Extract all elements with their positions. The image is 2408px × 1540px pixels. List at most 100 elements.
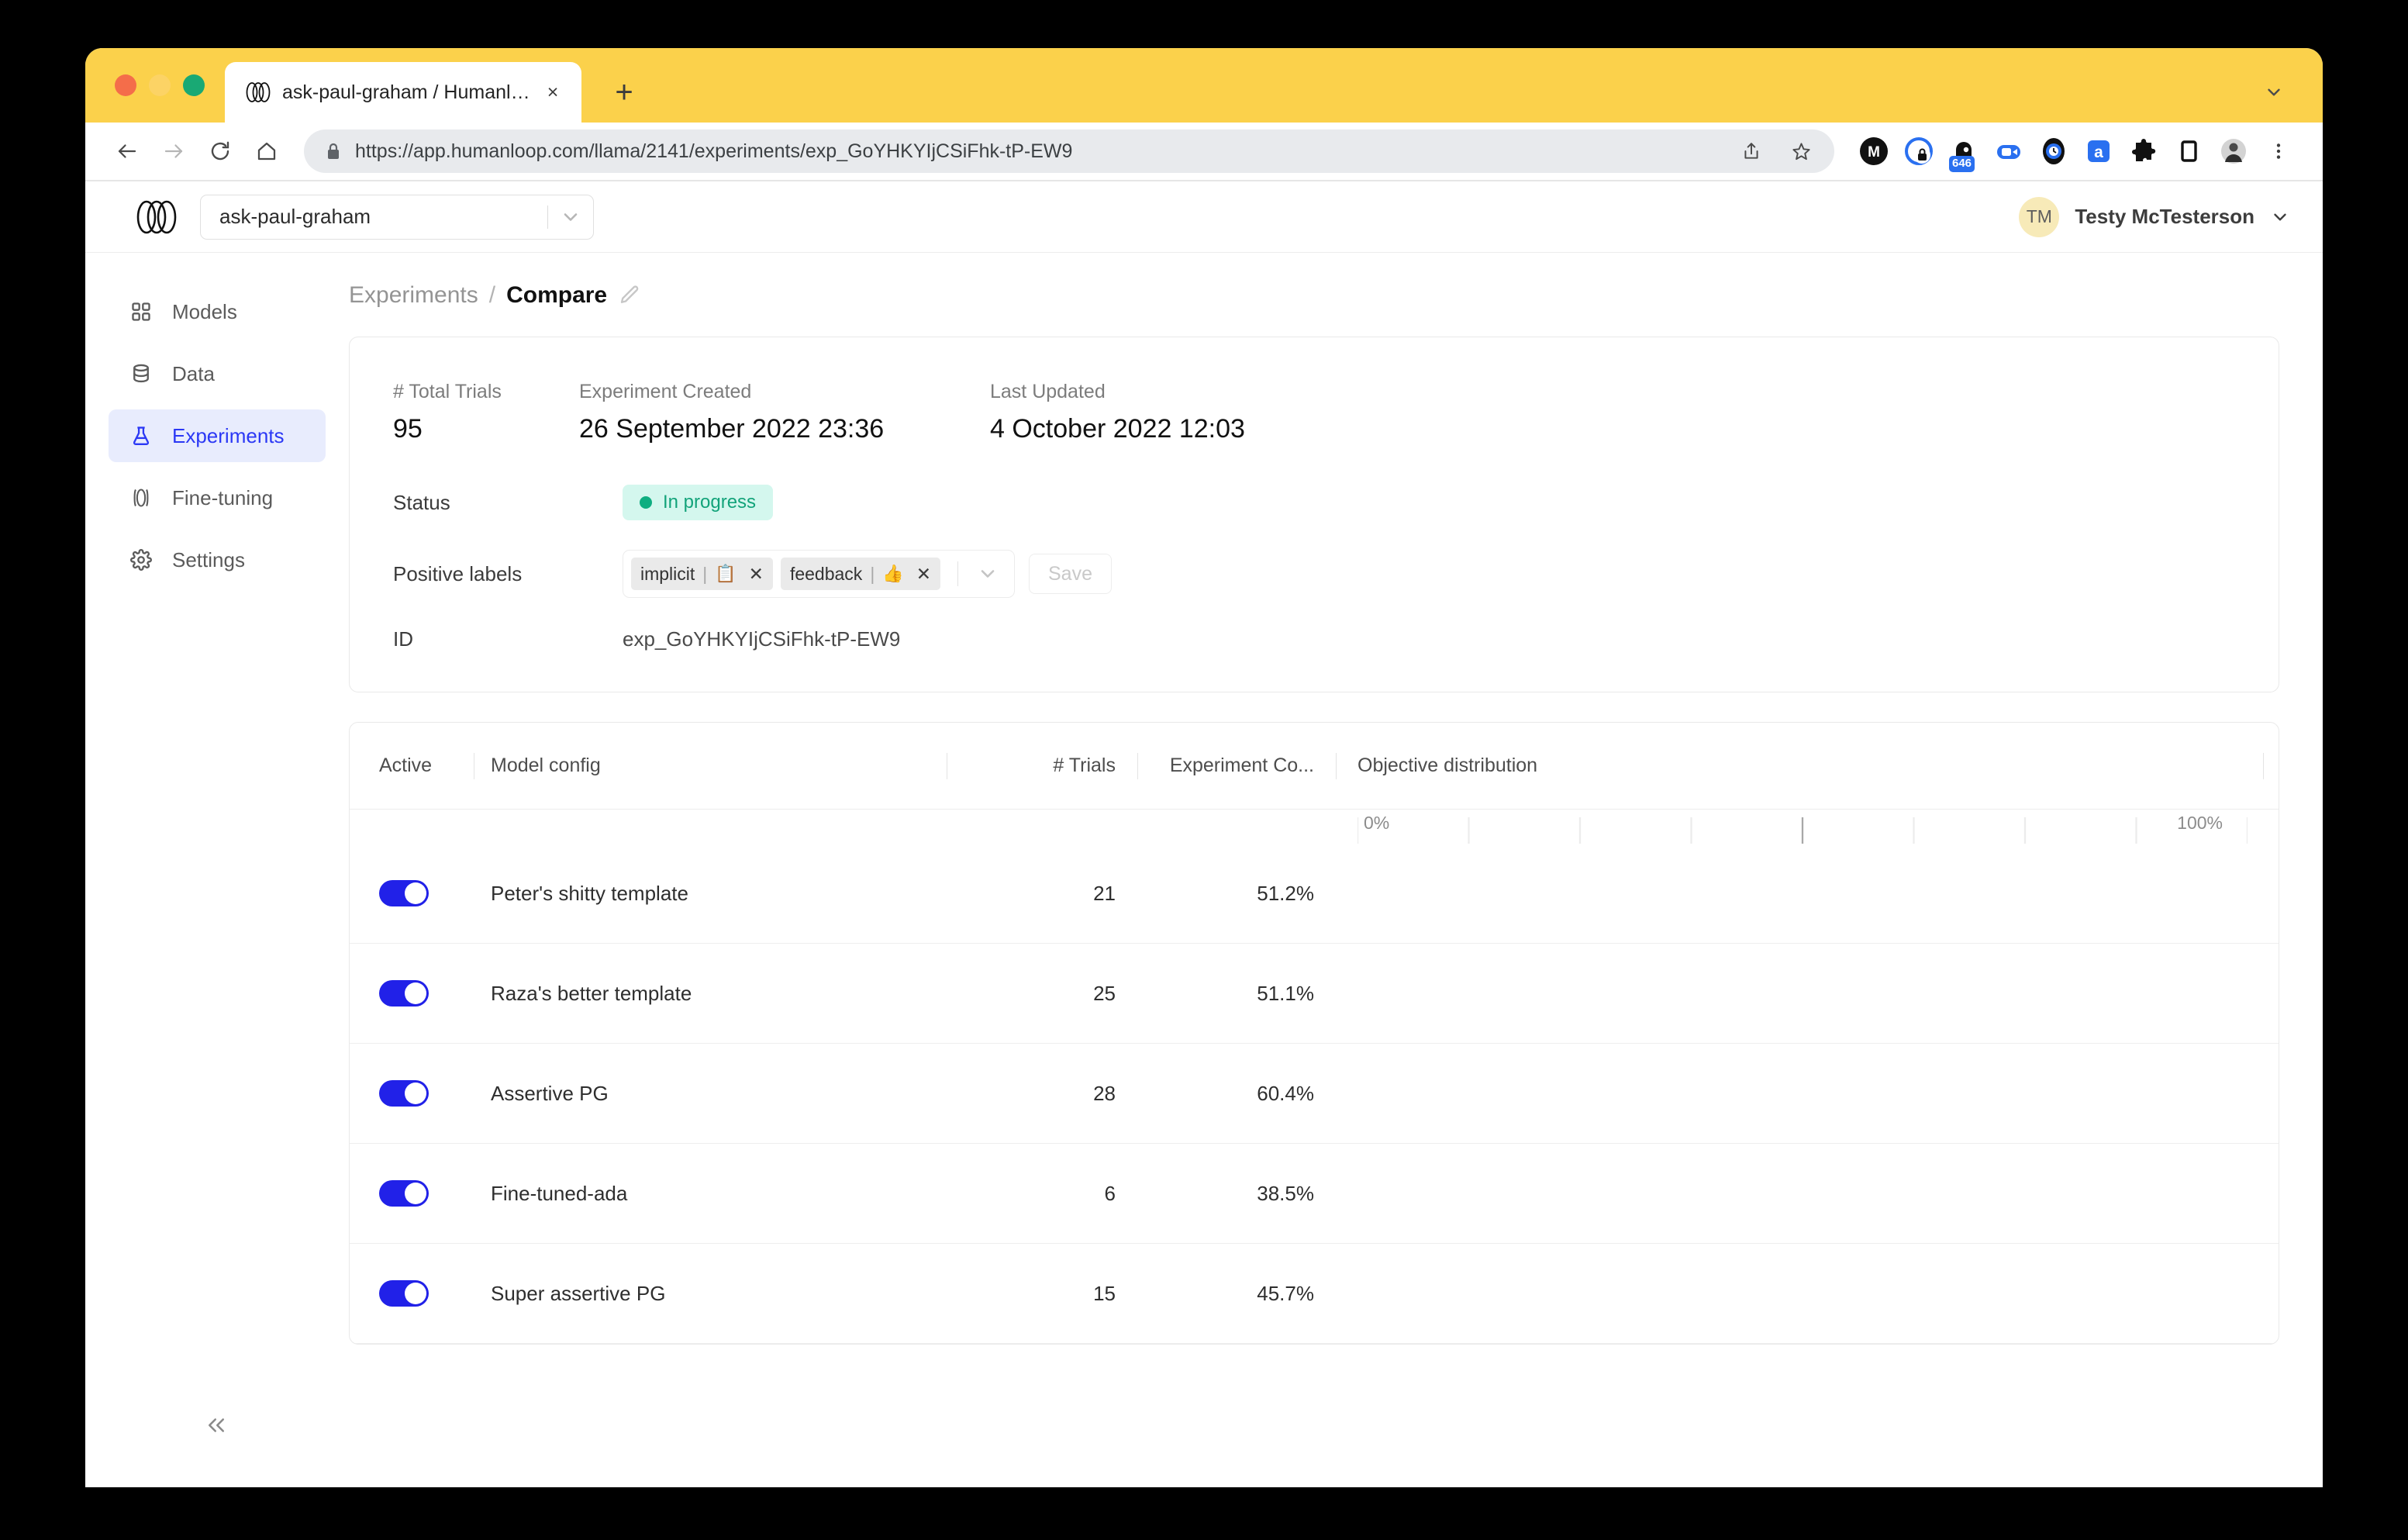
close-window-button[interactable] (115, 74, 136, 96)
forward-button[interactable] (152, 129, 195, 173)
table-row[interactable]: Super assertive PG 15 45.7% (350, 1244, 2279, 1344)
humanloop-logo[interactable] (135, 200, 178, 234)
sidebar-item-data[interactable]: Data (109, 347, 326, 400)
sidebar-item-fine-tuning[interactable]: Fine-tuning (109, 471, 326, 524)
column-divider[interactable] (1137, 752, 1138, 779)
table-header-row: Active Model config # Trials Experiment … (350, 723, 2279, 810)
sidebar: Models Data Experiments Fine-tuning Sett… (85, 253, 349, 1487)
zoom-camera-icon[interactable] (1991, 133, 2027, 169)
experiment-stats: # Total Trials 95 Experiment Created 26 … (393, 381, 2235, 444)
lock-meter-icon[interactable] (1901, 133, 1937, 169)
conversion-value: 51.1% (1257, 981, 1314, 1005)
stat-label: Last Updated (990, 381, 1106, 402)
avatar: TM (2019, 196, 2060, 237)
remove-tag-icon[interactable]: ✕ (749, 564, 764, 585)
trials-count: 21 (1093, 881, 1116, 905)
edit-pencil-icon[interactable] (618, 282, 644, 309)
clock-icon[interactable] (2036, 133, 2072, 169)
new-tab-button[interactable]: + (605, 73, 643, 112)
user-name: Testy McTesterson (2075, 205, 2254, 228)
objective-distribution-cell (1358, 944, 2248, 1043)
sidepanel-icon[interactable] (2171, 133, 2206, 169)
clipboard-icon: 📋 (715, 564, 737, 583)
active-toggle[interactable] (379, 1080, 429, 1107)
column-divider[interactable] (1335, 752, 1337, 779)
browser-tab[interactable]: ask-paul-graham / Humanloop × (225, 62, 581, 123)
home-button[interactable] (245, 129, 288, 173)
active-toggle[interactable] (379, 1180, 429, 1207)
label-tag-name: implicit (640, 563, 695, 584)
close-tab-icon[interactable]: × (541, 81, 564, 104)
sidebar-item-experiments[interactable]: Experiments (109, 409, 326, 462)
reload-button[interactable] (198, 129, 242, 173)
lock-icon (326, 142, 341, 161)
collapse-sidebar-button[interactable] (198, 1407, 235, 1444)
id-row: ID exp_GoYHKYIjCSiFhk-tP-EW9 (393, 627, 2235, 651)
chevron-down-icon[interactable] (2270, 207, 2290, 227)
active-toggle-cell (379, 944, 457, 1043)
user-menu[interactable]: TM Testy McTesterson (2019, 196, 2290, 237)
grid-icon (129, 299, 154, 324)
breadcrumb-parent[interactable]: Experiments (349, 282, 478, 309)
status-row: Status In progress (393, 485, 2235, 520)
chevron-down-icon[interactable] (548, 206, 593, 228)
positive-labels-label: Positive labels (393, 561, 523, 585)
table-row[interactable]: Peter's shitty template 21 51.2% (350, 844, 2279, 944)
sidebar-item-models[interactable]: Models (109, 285, 326, 338)
status-label: Status (393, 490, 450, 514)
m-circle-icon[interactable]: M (1856, 133, 1892, 169)
experiment-id-value: exp_GoYHKYIjCSiFhk-tP-EW9 (623, 627, 901, 651)
remove-tag-icon[interactable]: ✕ (916, 564, 931, 585)
a-icon[interactable]: a (2081, 133, 2116, 169)
trials-count: 6 (1104, 1181, 1116, 1205)
conversion-value: 60.4% (1257, 1081, 1314, 1105)
divider: | (870, 563, 875, 584)
column-header-conversion[interactable]: Experiment Co... (1159, 754, 1314, 777)
trials-count: 28 (1093, 1081, 1116, 1105)
maximize-window-button[interactable] (183, 74, 205, 96)
positive-labels-input[interactable]: implicit | 📋 ✕ feedback | 👍 ✕ (623, 550, 1015, 598)
project-selector[interactable]: ask-paul-graham (200, 194, 594, 240)
puzzle-icon[interactable] (2126, 133, 2161, 169)
model-configs-table: Active Model config # Trials Experiment … (349, 722, 2279, 1345)
table-row[interactable]: Assertive PG 28 60.4% (350, 1044, 2279, 1144)
table-row[interactable]: Fine-tuned-ada 6 38.5% (350, 1144, 2279, 1244)
active-toggle[interactable] (379, 1280, 429, 1307)
profile-avatar-icon[interactable] (2216, 133, 2251, 169)
column-header-model-config[interactable]: Model config (491, 754, 925, 777)
minimize-window-button[interactable] (149, 74, 171, 96)
status-dot-icon (640, 496, 652, 509)
back-button[interactable] (105, 129, 149, 173)
humanloop-app: ask-paul-graham TM Testy McTesterson Mod… (85, 181, 2323, 1487)
active-toggle[interactable] (379, 980, 429, 1007)
sidebar-item-settings[interactable]: Settings (109, 533, 326, 586)
table-row[interactable]: Raza's better template 25 51.1% (350, 944, 2279, 1044)
column-header-objective-distribution[interactable]: Objective distribution (1358, 754, 2248, 777)
breadcrumb-separator: / (488, 282, 496, 308)
address-bar[interactable]: https://app.humanloop.com/llama/2141/exp… (304, 129, 1834, 173)
active-toggle[interactable] (379, 880, 429, 906)
objective-distribution-cell (1358, 1144, 2248, 1243)
main-content: Experiments / Compare # Total Trials 95 (349, 253, 2323, 1487)
gear-icon (129, 547, 154, 572)
ghost-icon[interactable]: 646 (1946, 133, 1982, 172)
bookmark-star-icon[interactable] (1783, 133, 1819, 169)
chevron-down-icon[interactable] (2256, 74, 2292, 110)
chevron-down-icon[interactable] (966, 563, 1009, 585)
stat-last-updated: Last Updated 4 October 2022 12:03 (990, 381, 1245, 444)
objective-distribution-cell (1358, 1244, 2248, 1343)
sidebar-item-label: Data (172, 361, 215, 385)
browser-menu-icon[interactable] (2261, 133, 2296, 169)
active-toggle-cell (379, 1144, 457, 1243)
browser-toolbar: https://app.humanloop.com/llama/2141/exp… (85, 123, 2323, 181)
save-button[interactable]: Save (1028, 554, 1112, 594)
column-divider[interactable] (2262, 752, 2264, 779)
share-icon[interactable] (1734, 133, 1769, 169)
stat-value: 95 (393, 414, 423, 444)
humanloop-logo-icon (245, 82, 271, 102)
status-text: In progress (663, 492, 757, 513)
column-header-active[interactable]: Active (379, 754, 457, 777)
table-body: Peter's shitty template 21 51.2% Raza's … (350, 844, 2279, 1344)
column-header-trials[interactable]: # Trials (968, 754, 1116, 777)
model-config-name: Assertive PG (491, 1081, 609, 1105)
